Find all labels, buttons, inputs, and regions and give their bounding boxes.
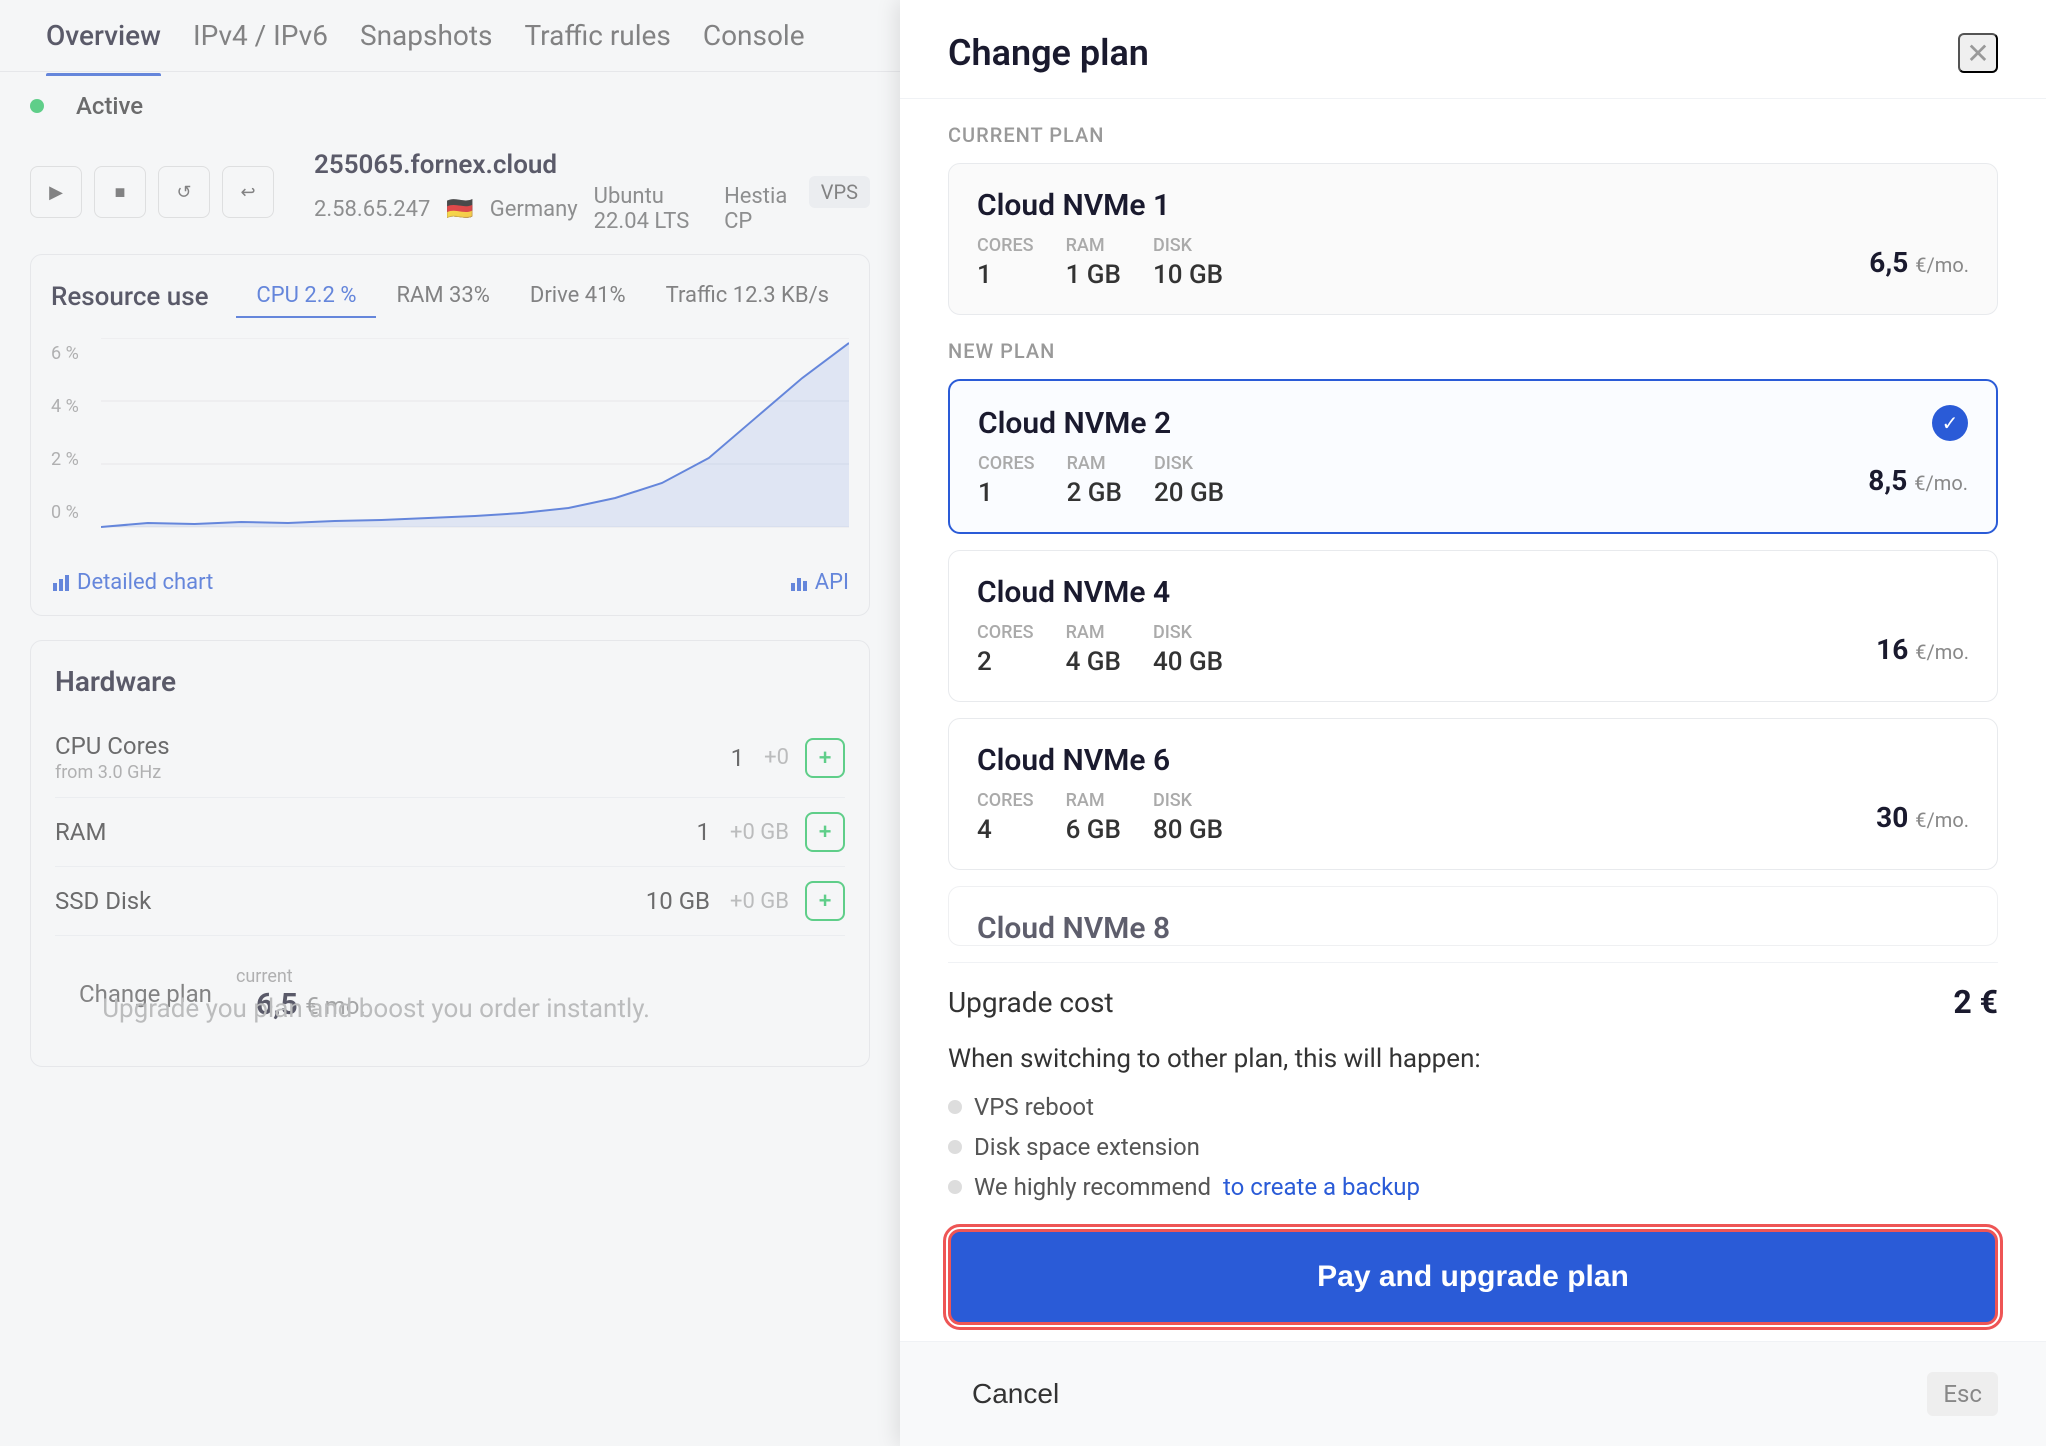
os-name: Ubuntu 22.04 LTS [594, 184, 708, 234]
current-plan-disk-group: DISK 10 GB [1153, 235, 1223, 290]
plan-card-nvme4[interactable]: Cloud NVMe 4 CORES 2 RAM 4 GB DISK 40 GB… [948, 550, 1998, 702]
resource-tabs: CPU 2.2 % RAM 33% Drive 41% Traffic [236, 275, 849, 318]
info-item-disk: Disk space extension [948, 1133, 1998, 1161]
current-plan-card: Cloud NVMe 1 CORES 1 RAM 1 GB DISK 10 GB… [948, 163, 1998, 315]
current-plan-ram-group: RAM 1 GB [1066, 235, 1121, 290]
server-hostname: 255065.fornex.cloud [314, 150, 789, 180]
status-bar: Active [0, 72, 900, 140]
chart-area: 6 % 4 % 2 % 0 % [51, 338, 849, 558]
plan-card-nvme6[interactable]: Cloud NVMe 6 CORES 4 RAM 6 GB DISK 80 GB… [948, 718, 1998, 870]
tab-bar: Overview IPv4 / IPv6 Snapshots Traffic r… [0, 0, 900, 72]
status-label: Active [76, 92, 143, 120]
tab-ipv4-ipv6[interactable]: IPv4 / IPv6 [177, 0, 344, 76]
tab-console[interactable]: Console [687, 0, 821, 76]
restart-button[interactable]: ↺ [158, 166, 210, 218]
disk-plus-button[interactable]: + [805, 881, 845, 921]
current-plan-cores-group: CORES 1 [977, 235, 1034, 290]
current-plan-label: CURRENT PLAN [948, 123, 1998, 147]
change-plan-panel: Change plan ✕ CURRENT PLAN Cloud NVMe 1 … [900, 0, 2046, 1446]
panel-header: Change plan ✕ [900, 0, 2046, 99]
country-name: Germany [490, 197, 578, 222]
ram-plus-button[interactable]: + [805, 812, 845, 852]
tab-snapshots[interactable]: Snapshots [344, 0, 509, 76]
panel-title: Change plan [948, 32, 1958, 74]
status-dot [30, 99, 44, 113]
vps-badge: VPS [809, 176, 870, 208]
plan-card-nvme8[interactable]: Cloud NVMe 8 [948, 886, 1998, 946]
tab-overview[interactable]: Overview [30, 0, 177, 76]
reset-button[interactable]: ↩ [222, 166, 274, 218]
resource-tab-drive[interactable]: Drive 41% [510, 275, 646, 318]
hardware-label-ram: RAM [55, 818, 255, 846]
chart-svg [101, 338, 849, 528]
info-item-backup: We highly recommend to create a backup [948, 1173, 1998, 1201]
info-dot-disk [948, 1140, 962, 1154]
info-dot-reboot [948, 1100, 962, 1114]
current-plan-price: 6,5 €/mo. [1869, 246, 1969, 279]
resource-header: Resource use CPU 2.2 % RAM 33% Drive 41% [51, 275, 849, 318]
cancel-button[interactable]: Cancel [948, 1366, 1083, 1422]
stop-button[interactable]: ■ [94, 166, 146, 218]
chart-footer: Detailed chart API [51, 570, 849, 595]
current-plan-header: Cloud NVMe 1 [977, 188, 1969, 223]
current-plan-specs: CORES 1 RAM 1 GB DISK 10 GB 6,5 €/mo. [977, 235, 1969, 290]
plan-card-nvme2[interactable]: Cloud NVMe 2 ✓ CORES 1 RAM 2 GB DISK 20 … [948, 379, 1998, 534]
panel-name: Hestia CP [724, 184, 789, 234]
tab-traffic-rules[interactable]: Traffic rules [508, 0, 686, 76]
hardware-row-disk: SSD Disk 10 GB +0 GB + [55, 867, 845, 936]
resource-tab-cpu[interactable]: CPU 2.2 % [236, 275, 376, 318]
new-plan-label: NEW PLAN [948, 339, 1998, 363]
plan-check-icon: ✓ [1932, 405, 1968, 441]
info-item-reboot: VPS reboot [948, 1093, 1998, 1121]
server-controls: ▶ ■ ↺ ↩ [30, 166, 274, 218]
esc-badge: Esc [1927, 1372, 1998, 1416]
chart-icon [51, 573, 71, 593]
plan-nvme2-specs: CORES 1 RAM 2 GB DISK 20 GB 8,5 €/mo. [978, 453, 1968, 508]
current-plan-name: Cloud NVMe 1 [977, 188, 1969, 223]
hardware-label-disk: SSD Disk [55, 887, 255, 915]
hardware-title: Hardware [55, 665, 845, 698]
upgrade-hint: Upgrade you plan and boost you order ins… [102, 990, 650, 1029]
server-detail-row: 2.58.65.247 🇩🇪 Germany Ubuntu 22.04 LTS … [314, 184, 789, 234]
server-ip: 2.58.65.247 [314, 197, 430, 222]
play-button[interactable]: ▶ [30, 166, 82, 218]
hardware-row-ram: RAM 1 +0 GB + [55, 798, 845, 867]
api-chart-icon [789, 573, 809, 593]
country-flag: 🇩🇪 [446, 197, 473, 222]
panel-body[interactable]: CURRENT PLAN Cloud NVMe 1 CORES 1 RAM 1 … [900, 99, 2046, 1341]
info-dot-backup [948, 1180, 962, 1194]
hardware-label-cpu: CPU Cores from 3.0 GHz [55, 732, 255, 783]
backup-link[interactable]: to create a backup [1223, 1173, 1420, 1201]
server-info: ▶ ■ ↺ ↩ 255065.fornex.cloud 2.58.65.247 … [0, 140, 900, 254]
hardware-row-cpu: CPU Cores from 3.0 GHz 1 +0 + [55, 718, 845, 798]
api-link[interactable]: API [789, 570, 849, 595]
resource-title: Resource use [51, 282, 209, 312]
detailed-chart-link[interactable]: Detailed chart [51, 570, 213, 595]
resource-tab-ram[interactable]: RAM 33% [376, 275, 509, 318]
switch-info: When switching to other plan, this will … [948, 1041, 1998, 1077]
chart-y-labels: 6 % 4 % 2 % 0 % [51, 338, 79, 528]
cancel-row: Cancel Esc [900, 1341, 2046, 1446]
upgrade-cost-row: Upgrade cost 2 € [948, 962, 1998, 1041]
plan-nvme2-header: Cloud NVMe 2 ✓ [978, 405, 1968, 441]
resource-section: Resource use CPU 2.2 % RAM 33% Drive 41% [30, 254, 870, 616]
server-details-group: 255065.fornex.cloud 2.58.65.247 🇩🇪 Germa… [314, 150, 789, 234]
pay-upgrade-button[interactable]: Pay and upgrade plan [948, 1229, 1998, 1325]
resource-tab-traffic[interactable]: Traffic 12.3 KB/s [646, 275, 849, 318]
close-button[interactable]: ✕ [1958, 33, 1998, 73]
cpu-plus-button[interactable]: + [805, 738, 845, 778]
info-list: VPS reboot Disk space extension We highl… [948, 1093, 1998, 1201]
